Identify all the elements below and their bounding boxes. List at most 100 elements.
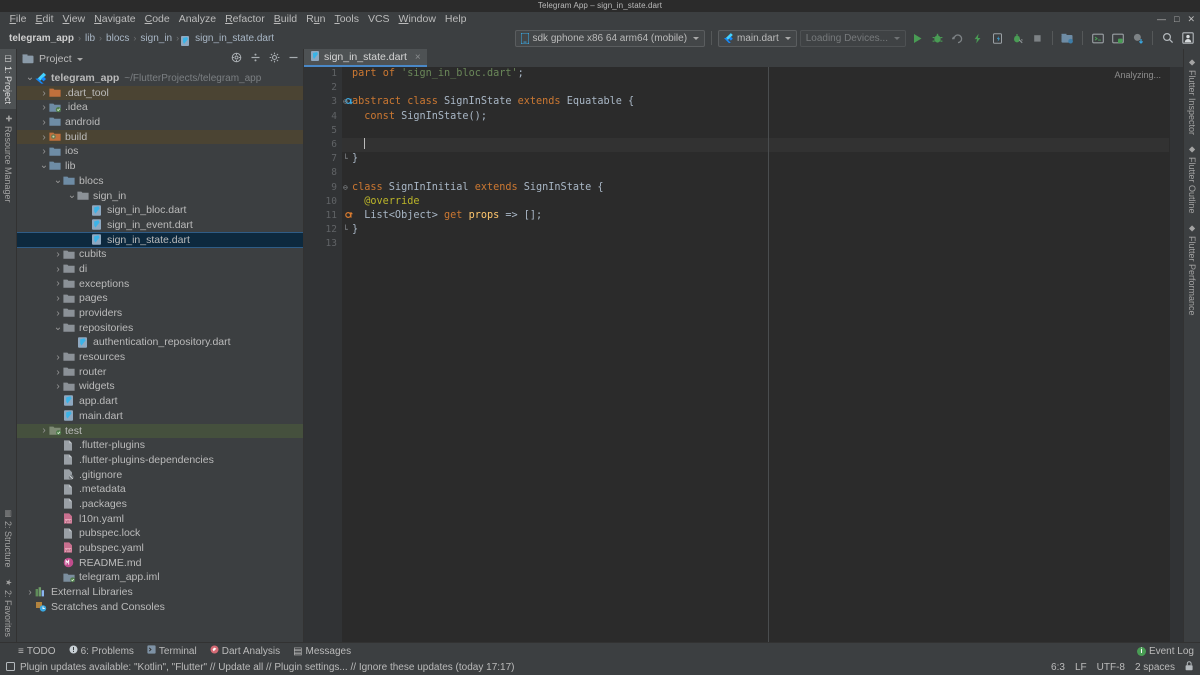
tool-window-terminal[interactable]: Terminal: [147, 645, 197, 657]
search-everywhere-icon[interactable]: [1159, 30, 1176, 47]
code-line[interactable]: [342, 166, 1169, 180]
breadcrumb-item-4[interactable]: sign_in_state.dart: [192, 33, 277, 44]
chevron-down-icon[interactable]: ⌄: [39, 161, 49, 171]
tree-node[interactable]: › .idea: [17, 100, 303, 115]
breadcrumb-item-3[interactable]: sign_in: [137, 33, 175, 44]
chevron-down-icon[interactable]: ⌄: [67, 190, 77, 200]
tree-node[interactable]: › android: [17, 115, 303, 130]
menu-item-code[interactable]: Code: [140, 12, 174, 27]
tree-node[interactable]: › test: [17, 423, 303, 439]
tree-node[interactable]: .gitignore: [17, 468, 303, 483]
code-line[interactable]: const SignInState();: [342, 110, 1169, 124]
tree-node[interactable]: › build: [17, 129, 303, 145]
breadcrumb-item-1[interactable]: lib: [82, 33, 98, 44]
menu-item-view[interactable]: View: [58, 12, 90, 27]
chevron-right-icon[interactable]: ›: [39, 146, 49, 157]
close-icon[interactable]: ✕: [1187, 12, 1195, 27]
hide-panel-icon[interactable]: [288, 50, 299, 68]
tree-node[interactable]: ⌄ blocs: [17, 174, 303, 189]
read-only-icon[interactable]: [1185, 660, 1194, 674]
tree-node[interactable]: Scratches and Consoles: [17, 600, 303, 615]
account-icon[interactable]: [1179, 30, 1196, 47]
sidebar-item-project[interactable]: ◫ 1: Project: [0, 49, 16, 110]
project-tree[interactable]: ⌄ telegram_app ~/FlutterProjects/telegram_…: [17, 69, 303, 642]
tree-node[interactable]: sign_in_state.dart: [17, 231, 303, 249]
tree-node[interactable]: yml pubspec.yaml: [17, 541, 303, 556]
tree-node[interactable]: sign_in_bloc.dart: [17, 203, 303, 218]
chevron-right-icon[interactable]: ›: [39, 132, 49, 143]
line-separator[interactable]: LF: [1075, 662, 1087, 673]
sidebar-item-flutter-performance[interactable]: ◆ Flutter Performance: [1184, 219, 1200, 321]
code-line[interactable]: @override: [342, 195, 1169, 209]
menu-item-navigate[interactable]: Navigate: [90, 12, 140, 27]
menu-item-refactor[interactable]: Refactor: [221, 12, 270, 27]
indent-setting[interactable]: 2 spaces: [1135, 662, 1175, 673]
menu-item-analyze[interactable]: Analyze: [174, 12, 220, 27]
chevron-right-icon[interactable]: ›: [39, 425, 49, 436]
stop-icon[interactable]: [1029, 30, 1046, 47]
devices-status-selector[interactable]: Loading Devices...: [799, 29, 906, 47]
code-line[interactable]: [342, 124, 1169, 138]
collapse-all-icon[interactable]: [250, 50, 261, 68]
tree-node[interactable]: › di: [17, 262, 303, 277]
tree-node[interactable]: ⌄ telegram_app ~/FlutterProjects/telegram_…: [17, 71, 303, 86]
tool-window-problems[interactable]: 6: Problems: [69, 645, 134, 657]
tree-node[interactable]: › widgets: [17, 379, 303, 394]
chevron-down-icon[interactable]: ⌄: [25, 73, 35, 83]
tree-node[interactable]: › .dart_tool: [17, 85, 303, 101]
editor-gutter[interactable]: 1 2 3 4 5 6 7 8 9 10 11 12 13: [304, 67, 353, 642]
menu-item-file[interactable]: File: [5, 12, 31, 27]
code-line[interactable]: └}: [342, 223, 1169, 237]
chevron-right-icon[interactable]: ›: [53, 381, 63, 392]
profile-icon[interactable]: [1009, 30, 1026, 47]
sidebar-item-flutter-outline[interactable]: ◆ Flutter Outline: [1184, 140, 1200, 219]
code-line[interactable]: └}: [342, 152, 1169, 166]
fold-end-icon[interactable]: └: [343, 223, 348, 237]
chevron-right-icon[interactable]: ›: [53, 367, 63, 378]
tree-node[interactable]: › router: [17, 365, 303, 380]
tab-sign-in-state-dart[interactable]: sign_in_state.dart ×: [304, 49, 427, 67]
code-line[interactable]: ⊖ class SignInInitial extends SignInState…: [342, 181, 1169, 195]
fold-collapse-icon[interactable]: ⊖: [343, 181, 348, 195]
chevron-right-icon[interactable]: ›: [39, 102, 49, 113]
menu-item-edit[interactable]: Edit: [31, 12, 58, 27]
flutter-inspector-icon[interactable]: [1109, 30, 1126, 47]
sidebar-item-favorites[interactable]: ★ 2: Favorites: [0, 573, 16, 642]
chevron-right-icon[interactable]: ›: [53, 278, 63, 289]
tool-window-messages[interactable]: ▤ Messages: [293, 646, 351, 657]
tree-node[interactable]: authentication_repository.dart: [17, 335, 303, 350]
code-line[interactable]: part of 'sign_in_bloc.dart';: [342, 67, 1169, 81]
notification-icon[interactable]: [6, 658, 15, 675]
editor-scrollbar[interactable]: [1169, 67, 1183, 642]
tree-node[interactable]: sign_in_event.dart: [17, 218, 303, 233]
tree-node[interactable]: pubspec.lock: [17, 526, 303, 541]
breadcrumb-item-2[interactable]: blocs: [103, 33, 132, 44]
debug-reattach-icon[interactable]: [949, 30, 966, 47]
tree-node[interactable]: ⌄ sign_in: [17, 189, 303, 204]
status-message[interactable]: Plugin updates available: "Kotlin", "Flu…: [20, 662, 515, 673]
chevron-right-icon[interactable]: ›: [53, 249, 63, 260]
sidebar-item-resource-manager[interactable]: ✚ Resource Manager: [0, 109, 16, 208]
update-project-icon[interactable]: [1129, 30, 1146, 47]
chevron-right-icon[interactable]: ›: [53, 293, 63, 304]
tree-node[interactable]: ⌄ lib: [17, 159, 303, 174]
chevron-down-icon[interactable]: [76, 57, 83, 61]
tree-node[interactable]: telegram_app.iml: [17, 570, 303, 585]
open-devtools-icon[interactable]: [989, 30, 1006, 47]
tree-node[interactable]: .metadata: [17, 482, 303, 497]
gear-icon[interactable]: [269, 50, 280, 68]
collapse-scope-icon[interactable]: [231, 50, 242, 68]
chevron-right-icon[interactable]: ›: [53, 352, 63, 363]
menu-item-tools[interactable]: Tools: [330, 12, 364, 27]
tool-window-todo[interactable]: ≡ TODO: [18, 646, 56, 657]
code-editor[interactable]: 1 2 3 4 5 6 7 8 9 10 11 12 13 part of 'sign_in_bloc.…: [304, 67, 1183, 642]
chevron-down-icon[interactable]: ⌄: [53, 176, 63, 186]
terminal-icon[interactable]: [1089, 30, 1106, 47]
fold-end-icon[interactable]: └: [343, 152, 348, 166]
tree-node[interactable]: › exceptions: [17, 277, 303, 292]
sidebar-item-structure[interactable]: ▤ 2: Structure: [0, 504, 16, 573]
chevron-right-icon[interactable]: ›: [39, 88, 49, 99]
menu-item-build[interactable]: Build: [269, 12, 301, 27]
code-line[interactable]: [342, 137, 1169, 153]
chevron-right-icon[interactable]: ›: [39, 117, 49, 128]
